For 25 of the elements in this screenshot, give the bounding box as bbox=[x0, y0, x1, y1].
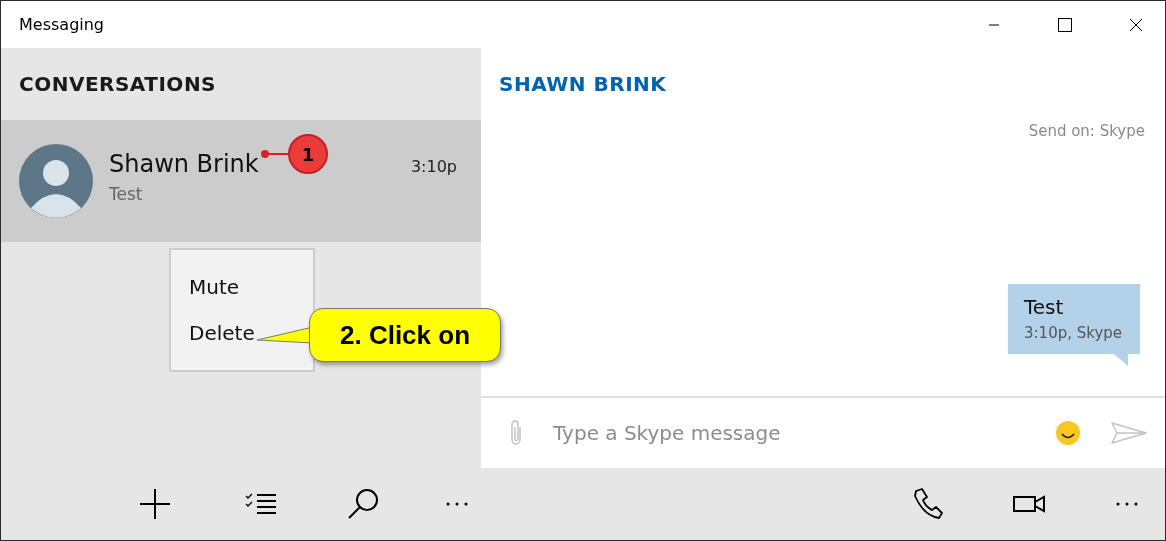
leader-line bbox=[260, 149, 288, 159]
message-field[interactable]: Type a Skype message bbox=[553, 418, 1045, 448]
window-title: Messaging bbox=[19, 13, 105, 36]
smiley-icon[interactable] bbox=[1055, 420, 1081, 446]
send-on-label: Send on: Skype bbox=[1028, 121, 1145, 142]
more-icon[interactable] bbox=[1115, 501, 1139, 507]
close-icon bbox=[1129, 17, 1143, 32]
callout-label: 2. Click on bbox=[309, 308, 501, 362]
message-text: Test bbox=[1024, 293, 1065, 321]
plus-icon[interactable] bbox=[139, 488, 171, 520]
video-camera-icon[interactable] bbox=[1013, 494, 1045, 514]
phone-icon[interactable] bbox=[911, 488, 943, 520]
message-time: 3:10p bbox=[410, 156, 457, 179]
avatar-icon bbox=[19, 144, 93, 218]
paperclip-icon[interactable] bbox=[509, 419, 523, 447]
panel-heading: CONVERSATIONS bbox=[19, 71, 217, 98]
contact-name: SHAWN BRINK bbox=[499, 71, 667, 98]
search-icon[interactable] bbox=[347, 488, 379, 520]
menu-item[interactable]: Mute bbox=[171, 264, 313, 310]
more-icon[interactable] bbox=[445, 501, 469, 507]
message-preview: Test bbox=[109, 183, 144, 207]
checklist-icon[interactable] bbox=[245, 493, 277, 515]
maximize-icon bbox=[1058, 17, 1072, 32]
message-meta: 3:10p, Skype bbox=[1024, 322, 1124, 344]
contact-name: Shawn Brink bbox=[109, 149, 259, 181]
